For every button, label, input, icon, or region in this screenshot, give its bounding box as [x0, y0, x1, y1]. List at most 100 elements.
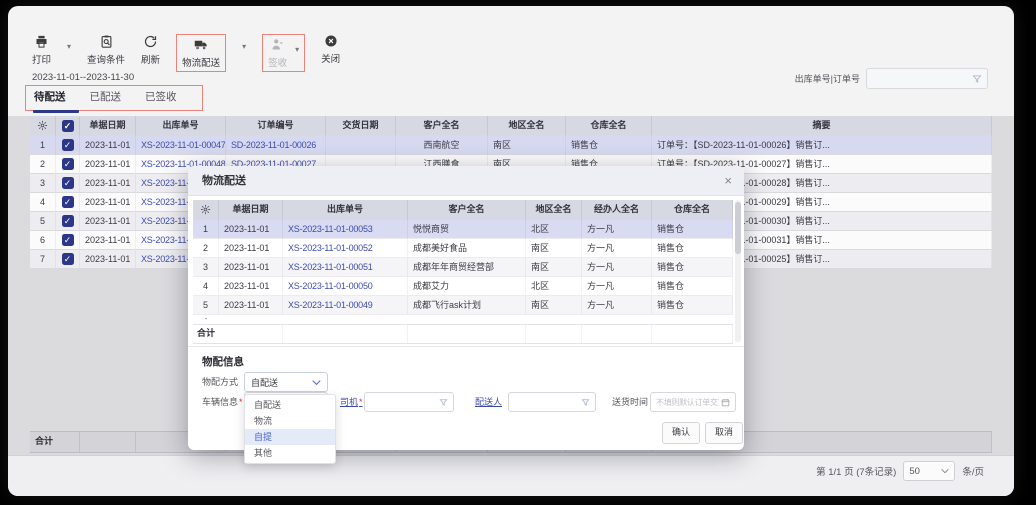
delivery-method-value: 自配送 — [251, 376, 278, 389]
dialog-scrollbar[interactable] — [735, 200, 741, 342]
total-cell — [582, 325, 652, 343]
page-info: 第 1/1 页 (7条记录) — [816, 464, 896, 478]
logistics-annotation-box: 物流配送 — [176, 34, 226, 72]
query-conditions-button[interactable]: 查询条件 — [87, 34, 125, 66]
chevron-down-icon — [941, 468, 949, 474]
order-filter: 出库单号|订单号 — [795, 68, 988, 89]
print-button[interactable]: 打印 — [32, 34, 51, 66]
out-no-link[interactable]: XS-2023-11-01-00050 — [283, 277, 408, 296]
tab-bar: 待配送 已配送 已签收 — [34, 89, 177, 110]
refresh-button[interactable]: 刷新 — [141, 34, 160, 66]
row-num: 4 — [193, 277, 219, 296]
delivery-method-select[interactable]: 自配送 — [244, 372, 328, 392]
out-no-link[interactable]: XS-2023-11-01-00047 — [136, 136, 226, 155]
tab-signed[interactable]: 已签收 — [145, 89, 177, 110]
date-range-text: 2023-11-01--2023-11-30 — [32, 72, 134, 83]
funnel-icon[interactable] — [579, 398, 595, 407]
scrollbar-thumb[interactable] — [735, 202, 741, 254]
table-row[interactable]: 1 ✓ 2023-11-01 XS-2023-11-01-00047 SD-20… — [30, 136, 992, 155]
dialog-close-icon[interactable]: × — [724, 166, 732, 196]
row-checkbox[interactable]: ✓ — [56, 231, 80, 250]
cell-warehouse: 销售仓 — [652, 296, 733, 315]
cell-customer: 成都飞行ask计划 — [408, 296, 526, 315]
cell-customer: 成都美好食品 — [408, 239, 526, 258]
cell-agent: 方一凡 — [582, 239, 652, 258]
col-header-order-no: 订单编号 — [226, 116, 326, 136]
delivery-time-text[interactable] — [651, 398, 719, 407]
printer-icon — [34, 34, 49, 49]
deliverer-input[interactable] — [508, 392, 596, 412]
driver-input[interactable] — [364, 392, 454, 412]
confirm-button[interactable]: 确认 — [662, 422, 700, 444]
deliverer-label[interactable]: 配送人 — [475, 392, 502, 412]
person-sign-icon — [270, 37, 285, 52]
dialog-columns-settings-button[interactable] — [193, 200, 219, 220]
vehicle-info-label: 车辆信息 — [202, 392, 243, 412]
dialog-table-row[interactable]: 5 2023-11-01 XS-2023-11-01-00049 成都飞行ask… — [193, 296, 733, 315]
out-no-link[interactable]: XS-2023-11-01-00049 — [283, 296, 408, 315]
cell-date: 2023-11-01 — [80, 231, 136, 250]
driver-label[interactable]: 司机 — [340, 392, 363, 412]
select-all-checkbox[interactable]: ✓ — [56, 116, 80, 136]
row-checkbox[interactable]: ✓ — [56, 212, 80, 231]
active-tab-underline — [33, 110, 79, 113]
row-checkbox[interactable]: ✓ — [56, 250, 80, 269]
page-size-select[interactable]: 50 — [903, 461, 955, 481]
out-no-link[interactable]: XS-2023-11-01-00051 — [283, 258, 408, 277]
calendar-icon[interactable] — [719, 398, 735, 407]
logistics-caret-icon[interactable]: ▾ — [242, 34, 246, 51]
row-checkbox[interactable]: ✓ — [56, 136, 80, 155]
dialog-table-row[interactable]: 2 2023-11-01 XS-2023-11-01-00052 成都美好食品 … — [193, 239, 733, 258]
cell-date: 2023-11-01 — [219, 258, 283, 277]
tab-delivered[interactable]: 已配送 — [90, 89, 122, 110]
close-button[interactable]: 关闭 — [321, 34, 340, 65]
option-self-delivery[interactable]: 自配送 — [245, 397, 335, 413]
sign-caret-icon[interactable]: ▾ — [295, 37, 299, 69]
dialog-table-row[interactable]: 3 2023-11-01 XS-2023-11-01-00051 成都年年商贸经… — [193, 258, 733, 277]
out-no-link[interactable]: XS-2023-11-01-00052 — [283, 239, 408, 258]
print-caret-icon[interactable]: ▾ — [67, 34, 71, 51]
option-other[interactable]: 其他 — [245, 445, 335, 461]
total-cell — [408, 325, 526, 343]
row-checkbox[interactable]: ✓ — [56, 193, 80, 212]
delivery-time-input[interactable] — [650, 392, 736, 412]
row-num: 2 — [30, 155, 56, 174]
option-logistics[interactable]: 物流 — [245, 413, 335, 429]
cell-date: 2023-11-01 — [219, 277, 283, 296]
logistics-delivery-button[interactable]: 物流配送 — [182, 37, 220, 69]
dialog-table-row[interactable]: 1 2023-11-01 XS-2023-11-01-00053 悦悦商贸 北区… — [193, 220, 733, 239]
out-no-link[interactable]: XS-2023-11-01-00053 — [283, 220, 408, 239]
pagination-bar: 第 1/1 页 (7条记录) 50 条/页 — [8, 455, 1014, 496]
sign-receipt-button[interactable]: 签收 — [268, 37, 287, 69]
driver-text[interactable] — [365, 397, 437, 407]
cell-date: 2023-11-01 — [80, 193, 136, 212]
cell-summary: 订单号：【SD-2023-11-01-00026】销售订... — [652, 136, 992, 155]
row-checkbox[interactable]: ✓ — [56, 155, 80, 174]
logistics-delivery-label: 物流配送 — [182, 55, 220, 69]
dcol-warehouse: 仓库全名 — [652, 200, 733, 220]
dialog-table-row[interactable]: 4 2023-11-01 XS-2023-11-01-00050 成都艾力 北区… — [193, 277, 733, 296]
total-cell — [80, 432, 136, 452]
dcol-customer: 客户全名 — [408, 200, 526, 220]
order-no-link[interactable]: SD-2023-11-01-00026 — [226, 136, 326, 155]
option-self-pickup[interactable]: 自提 — [245, 429, 335, 445]
row-checkbox[interactable]: ✓ — [56, 174, 80, 193]
cell-date: 2023-11-01 — [80, 155, 136, 174]
cell-date: 2023-11-01 — [219, 239, 283, 258]
row-num: 4 — [30, 193, 56, 212]
cell-region: 北区 — [526, 220, 582, 239]
order-filter-input[interactable] — [866, 68, 988, 89]
tab-pending-delivery[interactable]: 待配送 — [34, 89, 66, 110]
order-filter-label: 出库单号|订单号 — [795, 72, 860, 85]
columns-settings-button[interactable] — [30, 116, 56, 136]
cell-date: 2023-11-01 — [80, 174, 136, 193]
cell-warehouse: 销售仓 — [652, 277, 733, 296]
cell-customer: 西南航空 — [396, 136, 488, 155]
funnel-icon[interactable] — [437, 398, 453, 407]
sign-receipt-label: 签收 — [268, 55, 287, 69]
cell-date: 2023-11-01 — [219, 220, 283, 239]
dialog-title: 物流配送 — [202, 166, 246, 196]
deliverer-text[interactable] — [509, 397, 579, 407]
cancel-button[interactable]: 取消 — [705, 422, 743, 444]
toolbar: 打印 ▾ 查询条件 刷新 物流配送 ▾ 签收 ▾ 关闭 — [32, 34, 340, 72]
